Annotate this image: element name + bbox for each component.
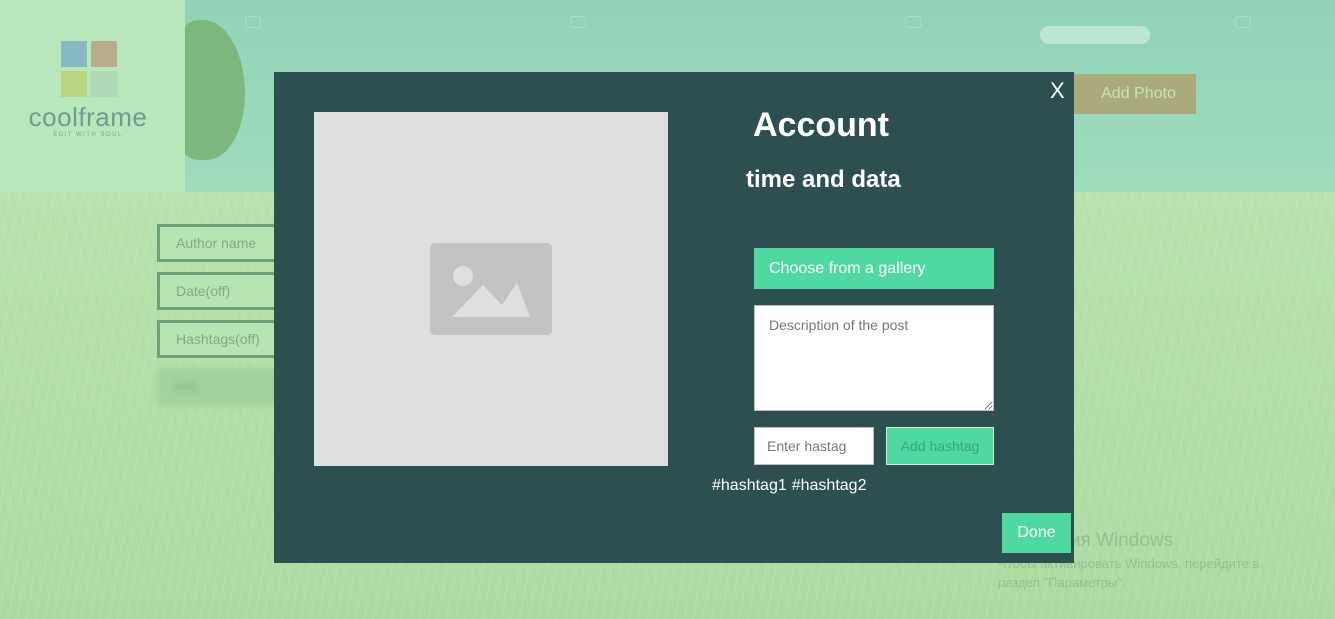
done-button[interactable]: Done: [1002, 513, 1071, 553]
choose-from-gallery-button[interactable]: Choose from a gallery: [754, 248, 994, 289]
image-preview[interactable]: [314, 112, 668, 466]
description-input[interactable]: [754, 305, 994, 411]
add-hashtag-button[interactable]: Add hashtag: [886, 427, 994, 465]
close-button[interactable]: X: [1050, 78, 1065, 104]
post-modal: X Account time and data Choose from a ga…: [274, 72, 1074, 563]
hashtag-item[interactable]: #hashtag2: [792, 477, 867, 495]
account-title: Account: [753, 106, 889, 144]
hashtag-input[interactable]: [754, 427, 874, 465]
image-icon: [430, 243, 552, 335]
time-and-data-subtitle: time and data: [746, 166, 901, 193]
hashtag-item[interactable]: #hashtag1: [712, 477, 787, 495]
hashtag-list: #hashtag1 #hashtag2: [712, 477, 866, 495]
